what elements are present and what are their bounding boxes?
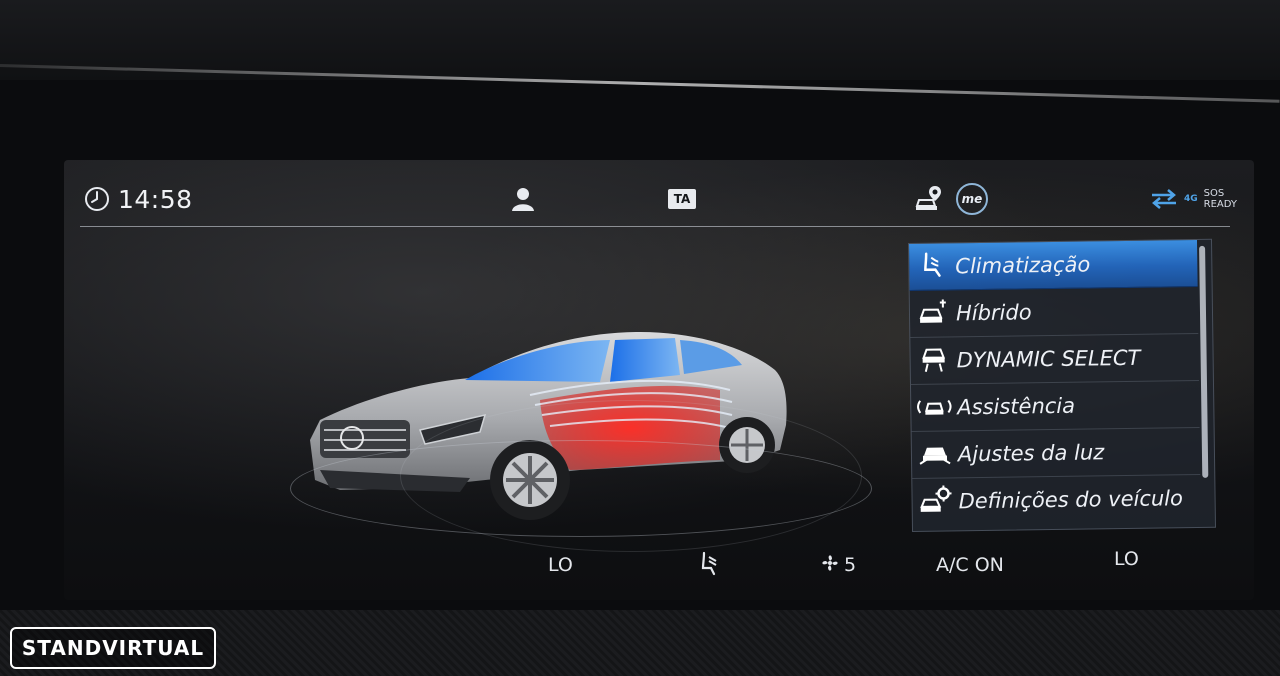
menu-item-dynamic-select[interactable]: DYNAMIC SELECT [910,333,1199,385]
standvirtual-watermark: STANDVIRTUAL [10,627,216,669]
left-temperature[interactable]: LO [548,548,573,582]
vehicle-settings-gear-icon [918,484,952,518]
airflow-direction[interactable] [696,548,720,582]
vehicle-location-icon [914,184,944,214]
menu-item-climatizacao[interactable]: Climatização [909,239,1198,291]
floor-ring-outer [400,400,862,552]
ac-status[interactable]: A/C ON [936,548,1004,582]
connectivity-arrows-icon [1148,188,1180,210]
fan-speed[interactable]: 5 [820,548,856,582]
clock-time: 14:58 [118,184,193,214]
menu-item-assistencia[interactable]: Assistência [910,380,1200,432]
menu-label: Híbrido [955,300,1032,326]
bezel-top [0,0,1280,80]
fan-icon [820,553,840,578]
menu-label: Ajustes da luz [957,440,1105,467]
menu-label: Definições do veículo [958,486,1184,514]
sos-label: SOS [1203,188,1225,199]
network-type: 4G [1184,194,1198,204]
hybrid-car-plug-icon [917,297,949,329]
vehicle-climate-visual [280,320,872,552]
menu-label: Climatização [955,252,1091,279]
menu-label: Assistência [957,393,1076,420]
menu-item-hibrido[interactable]: Híbrido [909,286,1199,338]
user-profile-icon[interactable] [510,186,536,212]
mercedes-me-icon[interactable]: me [956,183,988,215]
dynamic-select-car-icon [917,343,949,377]
vehicle-menu: Climatização Híbrido DYNAMIC SELECT Assi… [908,238,1217,532]
right-temperature[interactable]: LO [1114,542,1139,576]
airflow-seat-icon [696,550,720,581]
menu-item-definicoes-do-veiculo[interactable]: Definições do veículo [912,475,1201,525]
fan-level: 5 [844,554,857,576]
menu-item-ajustes-da-luz[interactable]: Ajustes da luz [911,427,1201,479]
traffic-announcement-badge: TA [668,189,696,209]
assist-car-waves-icon [914,392,954,423]
menu-label: DYNAMIC SELECT [956,345,1141,373]
status-separator [80,226,1230,227]
climate-seat-icon [917,249,947,283]
menu-scrollbar[interactable] [1199,245,1209,478]
sos-ready-indicator: 4G SOS READY [1148,188,1237,210]
clock-icon [84,186,110,212]
clock: 14:58 [84,185,193,214]
ready-label: READY [1203,199,1238,210]
status-bar: 14:58 TA me 4G SOS READY [64,176,1237,222]
headlight-car-icon [918,439,952,469]
